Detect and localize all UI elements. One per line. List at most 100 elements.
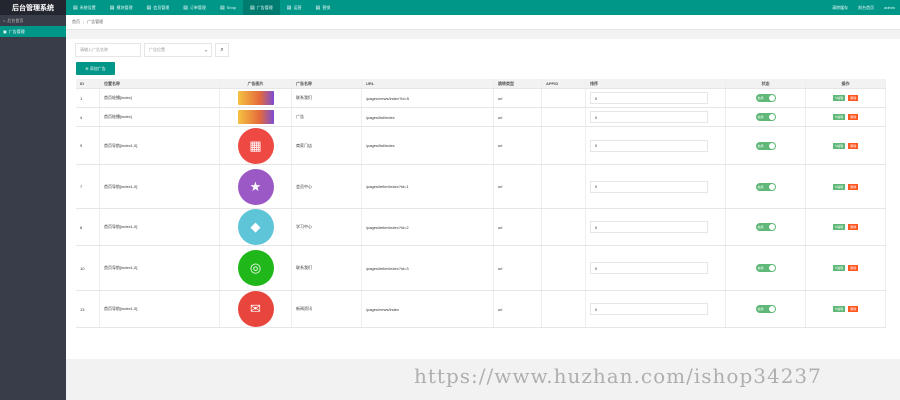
edit-button[interactable]: ✎ 编辑 xyxy=(832,95,846,101)
position-select[interactable]: 广告位置 ▾ xyxy=(144,43,212,57)
menu-icon: ▤ xyxy=(250,4,255,11)
cell-sort: 0 xyxy=(586,89,726,107)
status-toggle[interactable]: 启用 xyxy=(755,223,776,231)
nav-item[interactable]: ▤ 系统设置 xyxy=(66,0,103,15)
sort-input[interactable]: 0 xyxy=(590,221,708,233)
status-toggle[interactable]: 启用 xyxy=(755,305,776,313)
cell-url: /pages/letter/index?id=3 xyxy=(362,246,494,290)
cell-op: ✎ 编辑 删除 xyxy=(806,89,886,107)
delete-button[interactable]: 删除 xyxy=(848,183,859,190)
cell-sort: 0 xyxy=(586,291,726,327)
edit-label: 编辑 xyxy=(837,266,844,270)
app-logo: 后台管理系统 xyxy=(0,0,66,15)
sort-input[interactable]: 0 xyxy=(590,92,708,104)
user-menu[interactable]: admin xyxy=(879,5,900,10)
cell-status: 启用 xyxy=(726,127,806,164)
keyword-input[interactable]: 请输入广告名称 xyxy=(75,43,141,57)
cell-appid xyxy=(542,108,586,126)
edit-button[interactable]: ✎ 编辑 xyxy=(832,142,846,149)
menu-icon: ▤ xyxy=(146,4,152,11)
cell-appid xyxy=(542,246,586,290)
status-toggle[interactable]: 启用 xyxy=(755,182,776,191)
cell-id: 1 xyxy=(76,89,100,107)
delete-button[interactable]: 删除 xyxy=(848,142,859,149)
delete-button[interactable]: 删除 xyxy=(848,306,859,312)
cell-url: /pages/list/index xyxy=(362,108,494,126)
breadcrumb-home[interactable]: 首页 xyxy=(72,19,80,25)
nav-item[interactable]: ▤ Shop xyxy=(213,0,243,15)
cell-status: 启用 xyxy=(726,165,806,208)
cell-jump: url xyxy=(494,127,542,164)
cell-title: 商家门店 xyxy=(292,127,362,164)
col-id: ID xyxy=(76,79,100,88)
nav-item-label: 广告管理 xyxy=(256,4,273,10)
status-toggle[interactable]: 启用 xyxy=(755,141,776,150)
clear-cache-link[interactable]: 清除缓存 xyxy=(827,5,853,11)
edit-button[interactable]: ✎ 编辑 xyxy=(832,265,846,271)
delete-button[interactable]: 删除 xyxy=(848,95,859,101)
status-toggle-label: 启用 xyxy=(757,307,764,311)
sidebar-item[interactable]: ⌂ 后台首页 xyxy=(0,15,66,26)
status-toggle[interactable]: 启用 xyxy=(755,94,776,102)
chevron-down-icon: ▾ xyxy=(204,47,207,53)
cell-title: 联系我们 xyxy=(292,246,362,290)
cell-sort: 0 xyxy=(586,246,726,290)
sort-input[interactable]: 0 xyxy=(590,139,708,152)
sidebar: ⌂ 后台首页 ▣ 广告管理 xyxy=(0,15,66,400)
nav-item[interactable]: ▤ 运营 xyxy=(280,0,309,15)
cell-title: 会员中心 xyxy=(292,165,362,208)
edit-label: 编辑 xyxy=(837,225,844,229)
ad-image-icon: ▦ xyxy=(249,137,262,153)
add-ad-button[interactable]: ⊕ 添加广告 xyxy=(76,62,115,75)
sort-input[interactable]: 0 xyxy=(590,111,708,123)
ad-image-icon: ◆ xyxy=(250,219,261,234)
top-nav: ▤ 系统设置 ▤ 模块管理 ▤ 会员管理 ▤ 订单管理 ▤ Shop ▤ 广告管理 ▤ 运营 ▤ 营销 xyxy=(66,0,337,15)
edit-label: 编辑 xyxy=(837,115,844,119)
nav-item[interactable]: ▤ 会员管理 xyxy=(139,0,176,15)
nav-item[interactable]: ▤ 模块管理 xyxy=(103,0,140,15)
edit-button[interactable]: ✎ 编辑 xyxy=(832,114,846,120)
sort-input[interactable]: 0 xyxy=(590,262,708,274)
edit-button[interactable]: ✎ 编辑 xyxy=(832,224,846,230)
sidebar-icon: ⌂ xyxy=(3,18,6,23)
cell-sort: 0 xyxy=(586,108,726,126)
nav-item[interactable]: ▤ 订单管理 xyxy=(176,0,213,15)
cell-jump: url xyxy=(494,246,542,290)
col-name: 位置名称 xyxy=(100,79,220,88)
status-toggle[interactable]: 启用 xyxy=(755,264,776,272)
delete-button[interactable]: 删除 xyxy=(848,265,859,271)
edit-label: 编辑 xyxy=(837,184,844,189)
cell-appid xyxy=(542,89,586,107)
cell-url: /pages/letter/index?id=1 xyxy=(362,165,494,208)
cell-jump: url xyxy=(494,209,542,245)
sort-input[interactable]: 0 xyxy=(590,303,708,315)
cell-sort: 0 xyxy=(586,209,726,245)
menu-icon: ▤ xyxy=(315,4,321,11)
nav-item[interactable]: ▤ 广告管理 xyxy=(243,0,280,15)
delete-button[interactable]: 删除 xyxy=(848,224,859,230)
cell-jump: url xyxy=(494,108,542,126)
menu-icon: ▤ xyxy=(73,4,78,11)
sort-input[interactable]: 0 xyxy=(590,180,708,193)
cell-sort: 0 xyxy=(586,127,726,164)
cell-title: 新闻资讯 xyxy=(292,291,362,327)
status-toggle-label: 启用 xyxy=(757,96,764,100)
breadcrumb-separator: / xyxy=(83,19,85,25)
cell-op: ✎ 编辑 删除 xyxy=(806,246,886,290)
sidebar-item[interactable]: ▣ 广告管理 xyxy=(0,26,66,37)
nav-item-label: 模块管理 xyxy=(116,4,133,10)
ad-image-icon: ★ xyxy=(249,178,262,194)
delete-button[interactable]: 删除 xyxy=(848,114,859,120)
edit-button[interactable]: ✎ 编辑 xyxy=(832,183,846,190)
status-toggle[interactable]: 启用 xyxy=(755,113,776,121)
menu-icon: ▤ xyxy=(183,4,188,11)
table-row: 7 首页导航[index1,0] ★ 会员中心/pages/letter/index?… xyxy=(76,165,886,209)
cell-title: 广告 xyxy=(292,108,362,126)
edit-button[interactable]: ✎ 编辑 xyxy=(832,306,846,312)
frontend-link[interactable]: 前台首页 xyxy=(853,5,879,11)
search-button[interactable]: ⌕ xyxy=(215,43,229,57)
cell-appid xyxy=(542,127,586,164)
nav-item[interactable]: ▤ 营销 xyxy=(308,0,337,15)
cell-name: 首页导航[index1,0] xyxy=(100,127,220,164)
ad-image: ✉ xyxy=(237,291,274,327)
